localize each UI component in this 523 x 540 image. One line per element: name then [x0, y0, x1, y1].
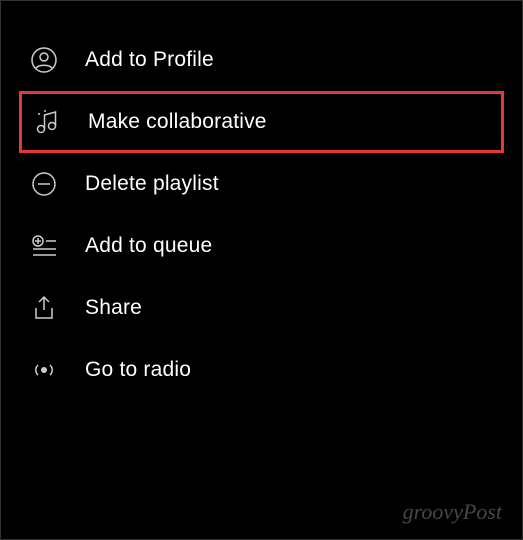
menu-item-make-collaborative[interactable]: Make collaborative: [19, 91, 504, 153]
menu-item-label: Delete playlist: [85, 172, 219, 196]
minus-circle-icon: [31, 171, 57, 197]
menu-item-delete-playlist[interactable]: Delete playlist: [1, 153, 522, 215]
menu-item-label: Make collaborative: [88, 110, 267, 134]
profile-icon: [31, 47, 57, 73]
menu-item-label: Go to radio: [85, 358, 191, 382]
radio-icon: [31, 357, 57, 383]
menu-item-go-to-radio[interactable]: Go to radio: [1, 339, 522, 401]
menu-item-add-to-profile[interactable]: Add to Profile: [1, 29, 522, 91]
watermark: groovyPost: [403, 499, 502, 525]
menu-item-label: Share: [85, 296, 142, 320]
share-icon: [31, 295, 57, 321]
menu-item-label: Add to queue: [85, 234, 212, 258]
menu-item-share[interactable]: Share: [1, 277, 522, 339]
menu-item-label: Add to Profile: [85, 48, 214, 72]
context-menu: Add to Profile Make collaborative Delete…: [1, 1, 522, 429]
menu-item-add-to-queue[interactable]: Add to queue: [1, 215, 522, 277]
music-note-icon: [34, 109, 60, 135]
queue-add-icon: [31, 233, 57, 259]
